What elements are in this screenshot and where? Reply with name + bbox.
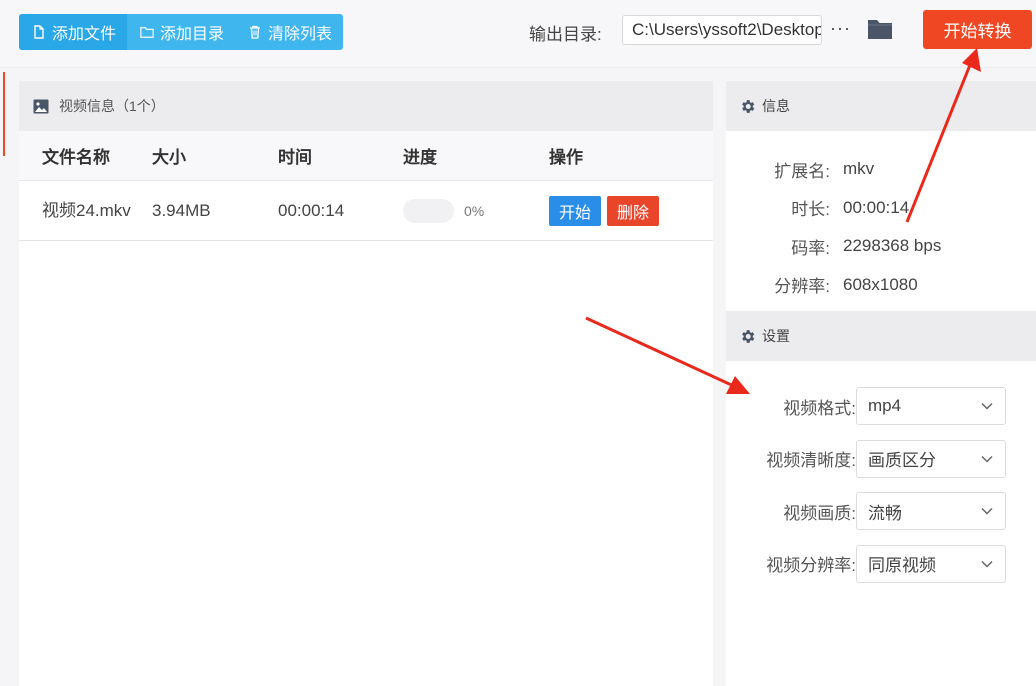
info-header: 信息 [726, 81, 1036, 131]
column-header-size: 大小 [152, 148, 186, 167]
video-list-panel: 视频信息（1个） 文件名称 大小 时间 进度 操作 视频24.mkv 3.94M… [19, 81, 713, 686]
start-convert-button[interactable]: 开始转换 [923, 10, 1032, 49]
info-row-duration: 时长: 00:00:14 [726, 189, 1036, 228]
video-list-title: 视频信息（1个） [59, 98, 165, 114]
chevron-down-icon [981, 508, 993, 515]
table-row[interactable]: 视频24.mkv 3.94MB 00:00:14 0% 开始 删除 [19, 181, 713, 241]
select-value: 同原视频 [868, 556, 936, 576]
video-format-select[interactable]: mp4 [856, 387, 1006, 426]
info-row-bitrate: 码率: 2298368 bps [726, 227, 1036, 266]
open-folder-icon[interactable] [866, 16, 894, 42]
folder-outline-icon [140, 27, 154, 38]
setting-video-resolution: 视频分辨率: 同原视频 [726, 538, 1036, 591]
more-options-icon[interactable]: ··· [830, 18, 851, 39]
info-title: 信息 [762, 98, 790, 114]
row-actions: 开始 删除 [549, 195, 709, 226]
column-header-name: 文件名称 [42, 148, 110, 167]
info-row-resolution: 分辨率: 608x1080 [726, 266, 1036, 305]
clear-list-label: 清除列表 [268, 26, 333, 43]
video-resolution-select[interactable]: 同原视频 [856, 544, 1006, 583]
setting-video-format: 视频格式: mp4 [726, 380, 1036, 433]
file-duration: 00:00:14 [278, 200, 345, 220]
info-row-extension: 扩展名: mkv [726, 150, 1036, 189]
setting-label: 视频分辨率: [766, 556, 856, 576]
info-key: 时长: [791, 200, 830, 220]
chevron-down-icon [981, 560, 993, 568]
chevron-down-icon [981, 455, 993, 463]
output-directory-field[interactable]: C:\Users\yssoft2\Desktop [622, 15, 822, 45]
column-header-actions: 操作 [549, 148, 583, 167]
add-file-label: 添加文件 [52, 26, 117, 43]
select-value: 画质区分 [868, 451, 936, 471]
info-key: 分辨率: [774, 277, 830, 297]
file-name: 视频24.mkv [42, 200, 131, 220]
video-list-header: 视频信息（1个） [19, 81, 713, 131]
trash-icon [250, 25, 261, 39]
setting-video-clarity: 视频清晰度: 画质区分 [726, 433, 1036, 486]
chevron-down-icon [981, 403, 993, 410]
progress-percent: 0% [464, 202, 485, 219]
file-size: 3.94MB [152, 200, 211, 220]
table-header: 文件名称 大小 时间 进度 操作 [19, 131, 713, 181]
info-value: 608x1080 [843, 274, 918, 294]
info-list: 扩展名: mkv 时长: 00:00:14 码率: 2298368 bps 分辨… [726, 131, 1036, 311]
settings-header: 设置 [726, 311, 1036, 361]
settings-list: 视频格式: mp4 视频清晰度: 画质区分 视频画质: 流畅 视频分辨率: 同原… [726, 361, 1036, 590]
setting-label: 视频清晰度: [766, 451, 856, 471]
info-value: mkv [843, 159, 875, 179]
file-icon [34, 25, 44, 39]
video-quality-select[interactable]: 流畅 [856, 492, 1006, 531]
info-key: 码率: [791, 238, 830, 258]
add-file-button[interactable]: 添加文件 [19, 14, 128, 50]
row-start-button[interactable]: 开始 [549, 195, 602, 226]
clear-list-button[interactable]: 清除列表 [235, 14, 343, 50]
gear-icon [742, 99, 755, 113]
select-value: 流畅 [868, 503, 902, 523]
setting-label: 视频格式: [783, 398, 856, 418]
progress-cell: 0% [403, 198, 549, 223]
setting-label: 视频画质: [783, 503, 856, 523]
info-key: 扩展名: [774, 161, 830, 181]
info-value: 00:00:14 [843, 197, 910, 217]
file-button-group: 添加文件 添加目录 清除列表 [19, 14, 344, 50]
add-directory-label: 添加目录 [160, 26, 225, 43]
properties-panel: 信息 扩展名: mkv 时长: 00:00:14 码率: 2298368 bps… [726, 81, 1036, 686]
active-indicator [3, 72, 5, 156]
column-header-progress: 进度 [403, 148, 437, 167]
select-value: mp4 [868, 396, 902, 416]
toolbar: 添加文件 添加目录 清除列表 输出目录: C:\Users\yssoft2\De… [0, 0, 1036, 68]
info-value: 2298368 bps [843, 236, 942, 256]
progress-bar [403, 198, 454, 223]
gear-icon [742, 329, 755, 343]
row-delete-button[interactable]: 删除 [607, 195, 660, 226]
settings-title: 设置 [762, 328, 790, 344]
output-directory-label: 输出目录: [529, 25, 602, 44]
setting-video-quality: 视频画质: 流畅 [726, 485, 1036, 538]
image-icon [33, 99, 49, 113]
video-clarity-select[interactable]: 画质区分 [856, 439, 1006, 478]
column-header-time: 时间 [278, 148, 312, 167]
add-directory-button[interactable]: 添加目录 [127, 14, 235, 50]
